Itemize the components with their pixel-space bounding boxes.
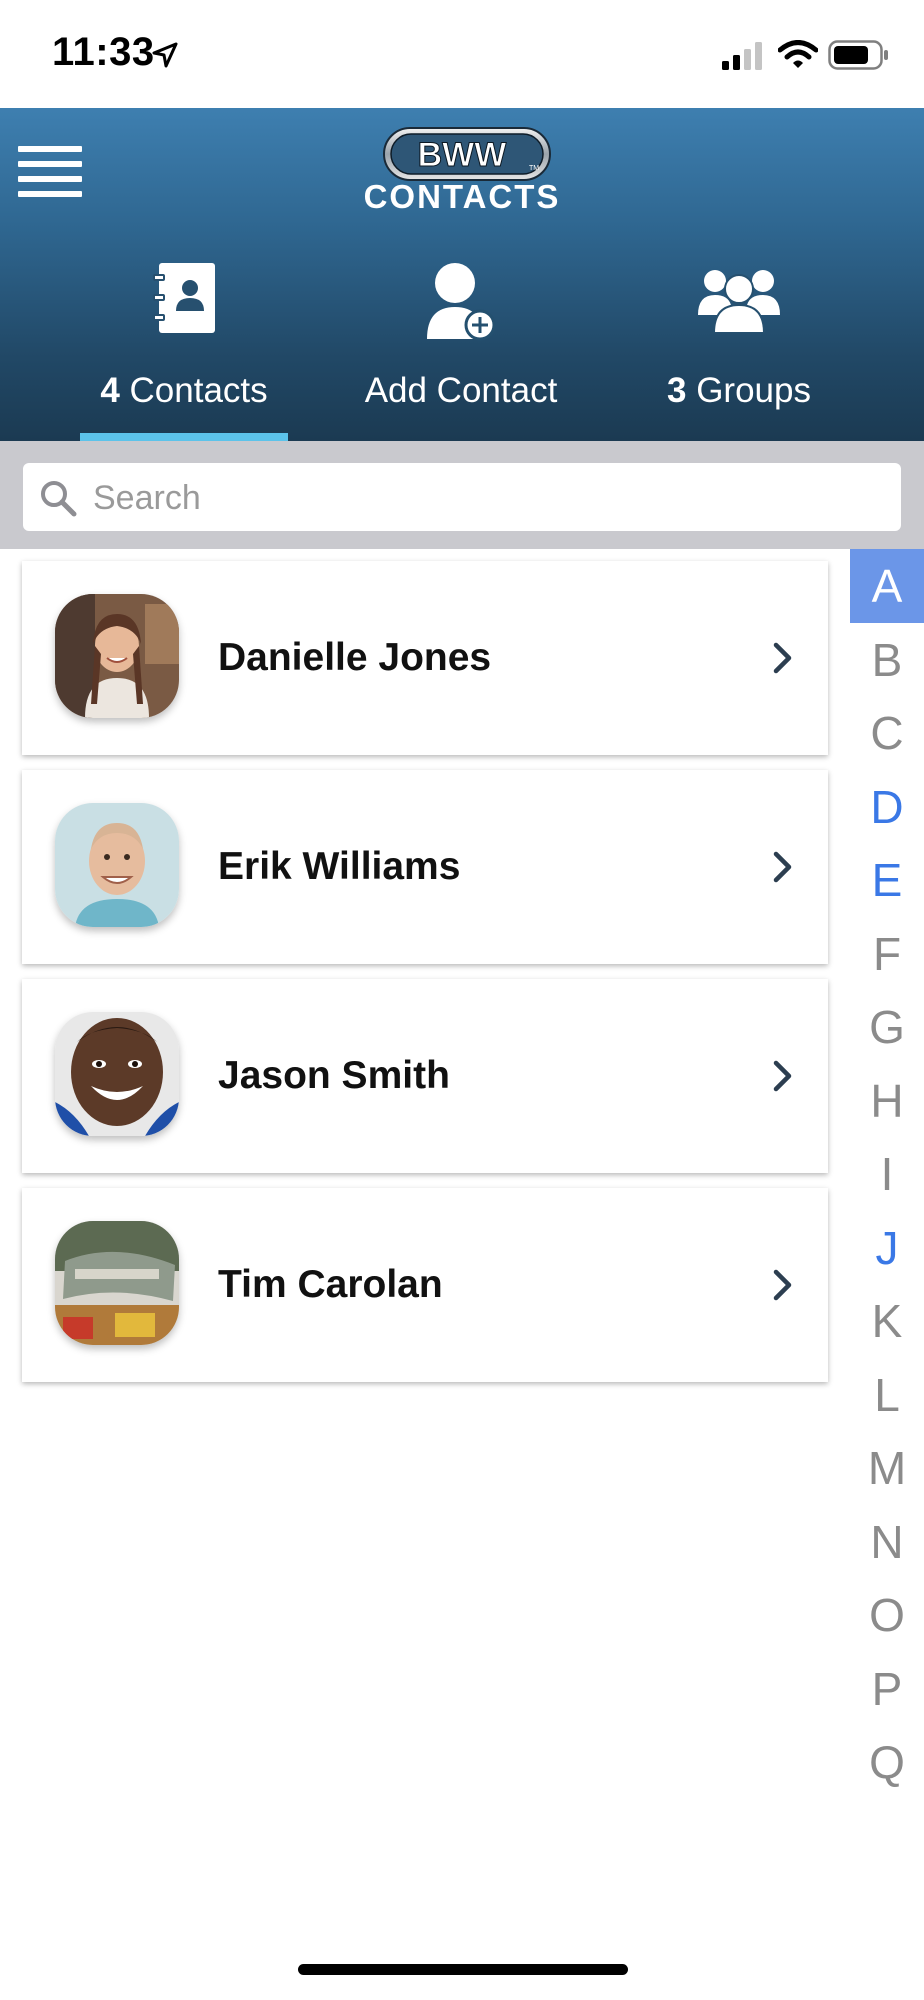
contact-name: Jason Smith <box>218 1054 450 1097</box>
contact-name: Tim Carolan <box>218 1263 443 1306</box>
search-icon <box>41 481 77 517</box>
alphabet-index-letter[interactable]: K <box>850 1284 924 1358</box>
tab-add-contact[interactable]: Add Contact <box>350 263 572 441</box>
tab-contacts[interactable]: 4 Contacts <box>80 263 288 441</box>
search-bar <box>0 441 924 549</box>
chevron-right-icon <box>773 1269 792 1301</box>
alphabet-index-letter[interactable]: M <box>850 1431 924 1505</box>
tab-groups-label: 3 Groups <box>667 371 811 410</box>
tab-groups[interactable]: 3 Groups <box>630 263 848 441</box>
active-tab-indicator <box>80 433 288 441</box>
alphabet-index-letter[interactable]: A <box>850 549 924 623</box>
search-input[interactable] <box>91 463 885 533</box>
contact-row[interactable]: Danielle Jones <box>22 561 828 755</box>
bww-logo: BWW TM <box>383 127 551 181</box>
contact-row[interactable]: Erik Williams <box>22 770 828 964</box>
contact-row[interactable]: Jason Smith <box>22 979 828 1173</box>
avatar <box>55 803 179 927</box>
alphabet-index-letter[interactable]: P <box>850 1652 924 1726</box>
alphabet-index-letter[interactable]: D <box>850 770 924 844</box>
svg-text:BWW: BWW <box>418 136 508 174</box>
alphabet-index-letter[interactable]: C <box>850 696 924 770</box>
alphabet-index-letter[interactable]: B <box>850 623 924 697</box>
alphabet-index-letter[interactable]: F <box>850 917 924 991</box>
contact-row[interactable]: Tim Carolan <box>22 1188 828 1382</box>
alphabet-index-letter[interactable]: G <box>850 990 924 1064</box>
alphabet-index-letter[interactable]: Q <box>850 1725 924 1799</box>
home-indicator <box>298 1964 628 1975</box>
alphabet-index-letter[interactable]: N <box>850 1505 924 1579</box>
chevron-right-icon <box>773 851 792 883</box>
status-bar: 11:33 <box>0 0 924 108</box>
address-book-icon <box>153 263 215 333</box>
alphabet-index-letter[interactable]: O <box>850 1578 924 1652</box>
battery-icon <box>828 40 888 70</box>
alphabet-index-letter[interactable]: H <box>850 1064 924 1138</box>
page-title: CONTACTS <box>363 178 561 215</box>
alphabet-index-letter[interactable]: I <box>850 1137 924 1211</box>
avatar <box>55 594 179 718</box>
location-arrow-icon <box>152 42 178 68</box>
chevron-right-icon <box>773 1060 792 1092</box>
alphabet-index-letter[interactable]: E <box>850 843 924 917</box>
add-user-icon <box>427 263 496 341</box>
alphabet-index-letter[interactable]: L <box>850 1358 924 1432</box>
alphabet-index-letter[interactable]: J <box>850 1211 924 1285</box>
contact-name: Erik Williams <box>218 845 461 888</box>
contact-name: Danielle Jones <box>218 636 492 679</box>
groups-icon <box>698 270 780 333</box>
search-box[interactable] <box>23 463 901 533</box>
svg-text:TM: TM <box>529 165 539 172</box>
avatar <box>55 1012 179 1136</box>
app-header: BWW TM CONTACTS 4 Contacts Add Contact 3… <box>0 108 924 441</box>
cellular-signal-icon <box>722 42 762 70</box>
tab-add-contact-label: Add Contact <box>364 371 558 410</box>
avatar <box>55 1221 179 1345</box>
tab-contacts-label: 4 Contacts <box>100 371 268 410</box>
status-time: 11:33 <box>52 30 155 74</box>
chevron-right-icon <box>773 642 792 674</box>
wifi-icon <box>778 40 818 68</box>
